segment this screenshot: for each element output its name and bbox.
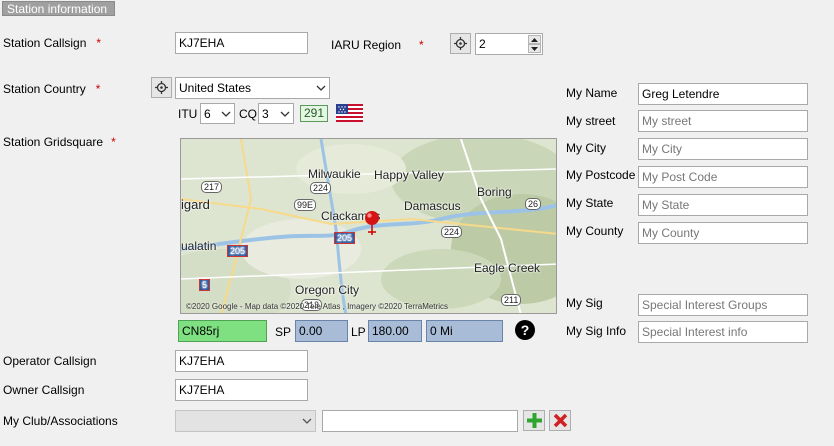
my-name-label: My Name bbox=[566, 86, 618, 100]
my-name-input[interactable]: Greg Letendre bbox=[638, 83, 808, 105]
map-town-label: Damascus bbox=[404, 199, 461, 213]
my-state-label: My State bbox=[566, 196, 614, 210]
map-interstate-shield: 5 bbox=[199, 279, 211, 291]
spin-down-button[interactable] bbox=[528, 44, 541, 53]
iaru-region-spinner[interactable]: 2 bbox=[475, 33, 543, 55]
chevron-down-icon bbox=[531, 46, 538, 51]
station-country-select[interactable]: United States bbox=[175, 77, 330, 99]
map-town-label: Oregon City bbox=[295, 283, 360, 297]
required-mark: * bbox=[111, 135, 116, 149]
map-route-shield: 217 bbox=[201, 181, 223, 193]
lp-value: 180.00 bbox=[368, 320, 422, 342]
distance-value: 0 Mi bbox=[426, 320, 503, 342]
map-town-label: ualatin bbox=[181, 239, 217, 253]
my-sig-info-label: My Sig Info bbox=[566, 324, 627, 338]
station-country-label: Station Country * bbox=[3, 82, 100, 96]
itu-select[interactable]: 6 bbox=[200, 103, 235, 124]
gridsquare-map[interactable]: Milwaukie Happy Valley Boring Clackamas … bbox=[180, 138, 557, 314]
map-town-label: igard bbox=[181, 197, 210, 212]
operator-callsign-input[interactable]: KJ7EHA bbox=[175, 350, 308, 372]
remove-club-button[interactable] bbox=[549, 410, 571, 431]
country-locate-button[interactable] bbox=[151, 77, 172, 98]
map-interstate-shield: 205 bbox=[334, 232, 356, 244]
iaru-region-label: IARU Region * bbox=[331, 38, 424, 52]
section-tab-station-information[interactable]: Station information bbox=[2, 1, 115, 16]
chevron-down-icon bbox=[302, 418, 312, 424]
map-route-shield: 224 bbox=[310, 182, 332, 194]
help-icon[interactable]: ? bbox=[515, 320, 535, 340]
sp-value: 0.00 bbox=[295, 320, 348, 342]
add-club-button[interactable] bbox=[523, 410, 545, 431]
required-mark: * bbox=[419, 38, 424, 52]
my-county-label: My County bbox=[566, 224, 624, 238]
crosshair-icon bbox=[155, 81, 168, 94]
required-mark: * bbox=[95, 82, 101, 96]
owner-callsign-label: Owner Callsign bbox=[3, 383, 85, 397]
map-pin-icon[interactable] bbox=[361, 210, 383, 236]
itu-value: 6 bbox=[204, 107, 211, 121]
map-town-label: Milwaukie bbox=[308, 167, 361, 181]
map-route-shield: 224 bbox=[441, 226, 463, 238]
my-sig-info-input[interactable]: Special Interest info bbox=[638, 321, 808, 343]
club-label: My Club/Associations bbox=[3, 414, 118, 428]
my-sig-input[interactable]: Special Interest Groups bbox=[638, 294, 808, 316]
chevron-down-icon bbox=[221, 111, 231, 117]
chevron-up-icon bbox=[531, 37, 538, 42]
crosshair-icon bbox=[454, 37, 467, 50]
station-callsign-label-text: Station Callsign bbox=[3, 36, 87, 50]
cq-label: CQ bbox=[239, 107, 257, 121]
station-gridsquare-label: Station Gridsquare * bbox=[3, 135, 116, 149]
my-postcode-input[interactable]: My Post Code bbox=[638, 166, 808, 188]
cq-select[interactable]: 3 bbox=[258, 103, 294, 124]
my-street-input[interactable]: My street bbox=[638, 110, 808, 132]
iaru-region-value: 2 bbox=[479, 37, 486, 51]
club-select[interactable] bbox=[175, 410, 316, 432]
my-postcode-label: My Postcode bbox=[566, 168, 636, 182]
iaru-region-label-text: IARU Region bbox=[331, 38, 402, 52]
my-state-input[interactable]: My State bbox=[638, 194, 808, 216]
plus-icon bbox=[526, 413, 542, 428]
map-town-label: Boring bbox=[477, 185, 512, 199]
iaru-locate-button[interactable] bbox=[450, 33, 471, 54]
lp-label: LP bbox=[351, 325, 366, 339]
station-gridsquare-label-text: Station Gridsquare bbox=[3, 135, 104, 149]
station-callsign-input[interactable]: KJ7EHA bbox=[175, 32, 308, 54]
chevron-down-icon bbox=[316, 85, 326, 91]
my-city-label: My City bbox=[566, 141, 606, 155]
map-town-label: Eagle Creek bbox=[474, 261, 541, 275]
sp-label: SP bbox=[275, 325, 292, 339]
required-mark: * bbox=[96, 36, 102, 50]
map-town-label: Happy Valley bbox=[374, 168, 444, 182]
map-route-shield: 26 bbox=[525, 198, 542, 210]
my-city-input[interactable]: My City bbox=[638, 138, 808, 160]
my-street-label: My street bbox=[566, 114, 616, 128]
itu-label: ITU bbox=[178, 107, 198, 121]
chevron-down-icon bbox=[280, 111, 290, 117]
station-country-value: United States bbox=[179, 81, 252, 95]
dxcc-badge: 291 bbox=[300, 105, 329, 122]
map-interstate-shield: 205 bbox=[227, 245, 249, 257]
map-route-shield: 211 bbox=[501, 294, 522, 306]
gridsquare-input[interactable]: CN85rj bbox=[178, 320, 267, 342]
station-country-label-text: Station Country bbox=[3, 82, 86, 96]
cq-value: 3 bbox=[262, 107, 269, 121]
my-sig-label: My Sig bbox=[566, 296, 603, 310]
map-route-shield: 99E bbox=[294, 199, 317, 211]
operator-callsign-label: Operator Callsign bbox=[3, 354, 97, 368]
spin-up-button[interactable] bbox=[528, 35, 541, 44]
my-county-input[interactable]: My County bbox=[638, 222, 808, 244]
us-flag-icon bbox=[336, 104, 363, 122]
station-callsign-label: Station Callsign * bbox=[3, 36, 101, 50]
x-icon bbox=[553, 413, 567, 428]
map-attribution: ©2020 Google - Map data ©2020 Tele Atlas… bbox=[186, 302, 448, 311]
owner-callsign-input[interactable]: KJ7EHA bbox=[175, 379, 308, 401]
club-text-input[interactable] bbox=[322, 410, 518, 432]
